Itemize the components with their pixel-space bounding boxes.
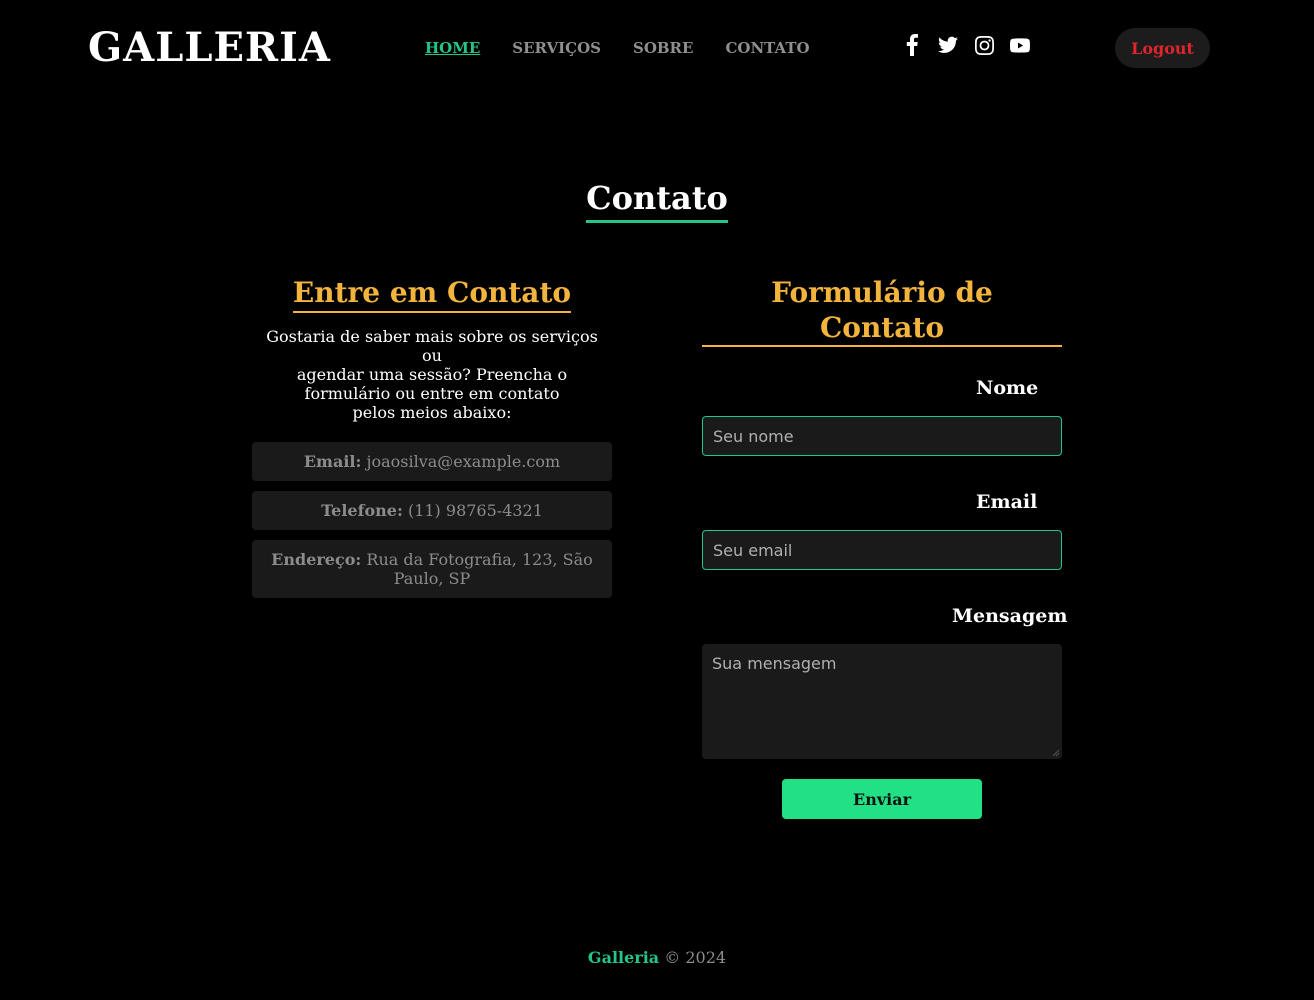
site-header: GALLERIA HOME SERVIÇOS SOBRE CONTATO Log… [0,0,1314,96]
email-label: Email [976,491,1038,513]
footer-brand: Galleria [587,948,660,967]
site-logo[interactable]: GALLERIA [88,24,331,72]
contact-info-heading: Entre em Contato [292,275,572,313]
address-card-value: Rua da Fotografia, 123, São Paulo, SP [366,550,593,588]
resize-grip-icon[interactable] [1050,747,1060,757]
message-textarea[interactable]: Sua mensagem [702,644,1062,759]
name-placeholder: Seu nome [713,426,794,446]
form-heading: Formulário de Contato [702,275,1062,347]
page-title-wrap: Contato [0,178,1314,223]
email-card: Email: joaosilva@example.com [252,442,612,481]
phone-card-label: Telefone: [321,501,403,520]
logout-button[interactable]: Logout [1115,28,1210,68]
nav-contato[interactable]: CONTATO [725,38,809,58]
contact-form: Formulário de Contato Nome Seu nome Emai… [702,275,1067,819]
contact-cards: Email: joaosilva@example.com Telefone: (… [252,442,612,598]
contact-intro: Gostaria de saber mais sobre os serviços… [266,327,598,422]
contact-info-section: Entre em Contato Gostaria de saber mais … [252,275,612,598]
youtube-icon[interactable] [1010,34,1030,56]
instagram-icon[interactable] [974,34,994,56]
main-nav: HOME SERVIÇOS SOBRE CONTATO [425,38,810,58]
address-card-label: Endereço: [271,550,362,569]
twitter-icon[interactable] [938,34,958,56]
message-placeholder: Sua mensagem [712,654,837,673]
name-label: Nome [976,377,1039,399]
page-title: Contato [586,178,728,223]
address-card: Endereço: Rua da Fotografia, 123, São Pa… [252,540,612,598]
email-card-value[interactable]: joaosilva@example.com [366,452,560,471]
nav-servicos[interactable]: SERVIÇOS [512,38,601,58]
phone-card: Telefone: (11) 98765-4321 [252,491,612,530]
email-card-label: Email: [303,452,362,471]
facebook-icon[interactable] [902,34,922,56]
message-label: Mensagem [952,605,1068,627]
submit-button[interactable]: Enviar [782,779,982,819]
site-footer: Galleria © 2024 [0,947,1314,969]
footer-copyright: © 2024 [664,948,727,967]
phone-card-value[interactable]: (11) 98765-4321 [408,501,543,520]
social-links [902,34,1030,56]
name-input[interactable]: Seu nome [702,416,1062,456]
email-placeholder: Seu email [713,540,793,560]
email-input[interactable]: Seu email [702,530,1062,570]
nav-home[interactable]: HOME [425,38,480,58]
nav-sobre[interactable]: SOBRE [633,38,693,58]
